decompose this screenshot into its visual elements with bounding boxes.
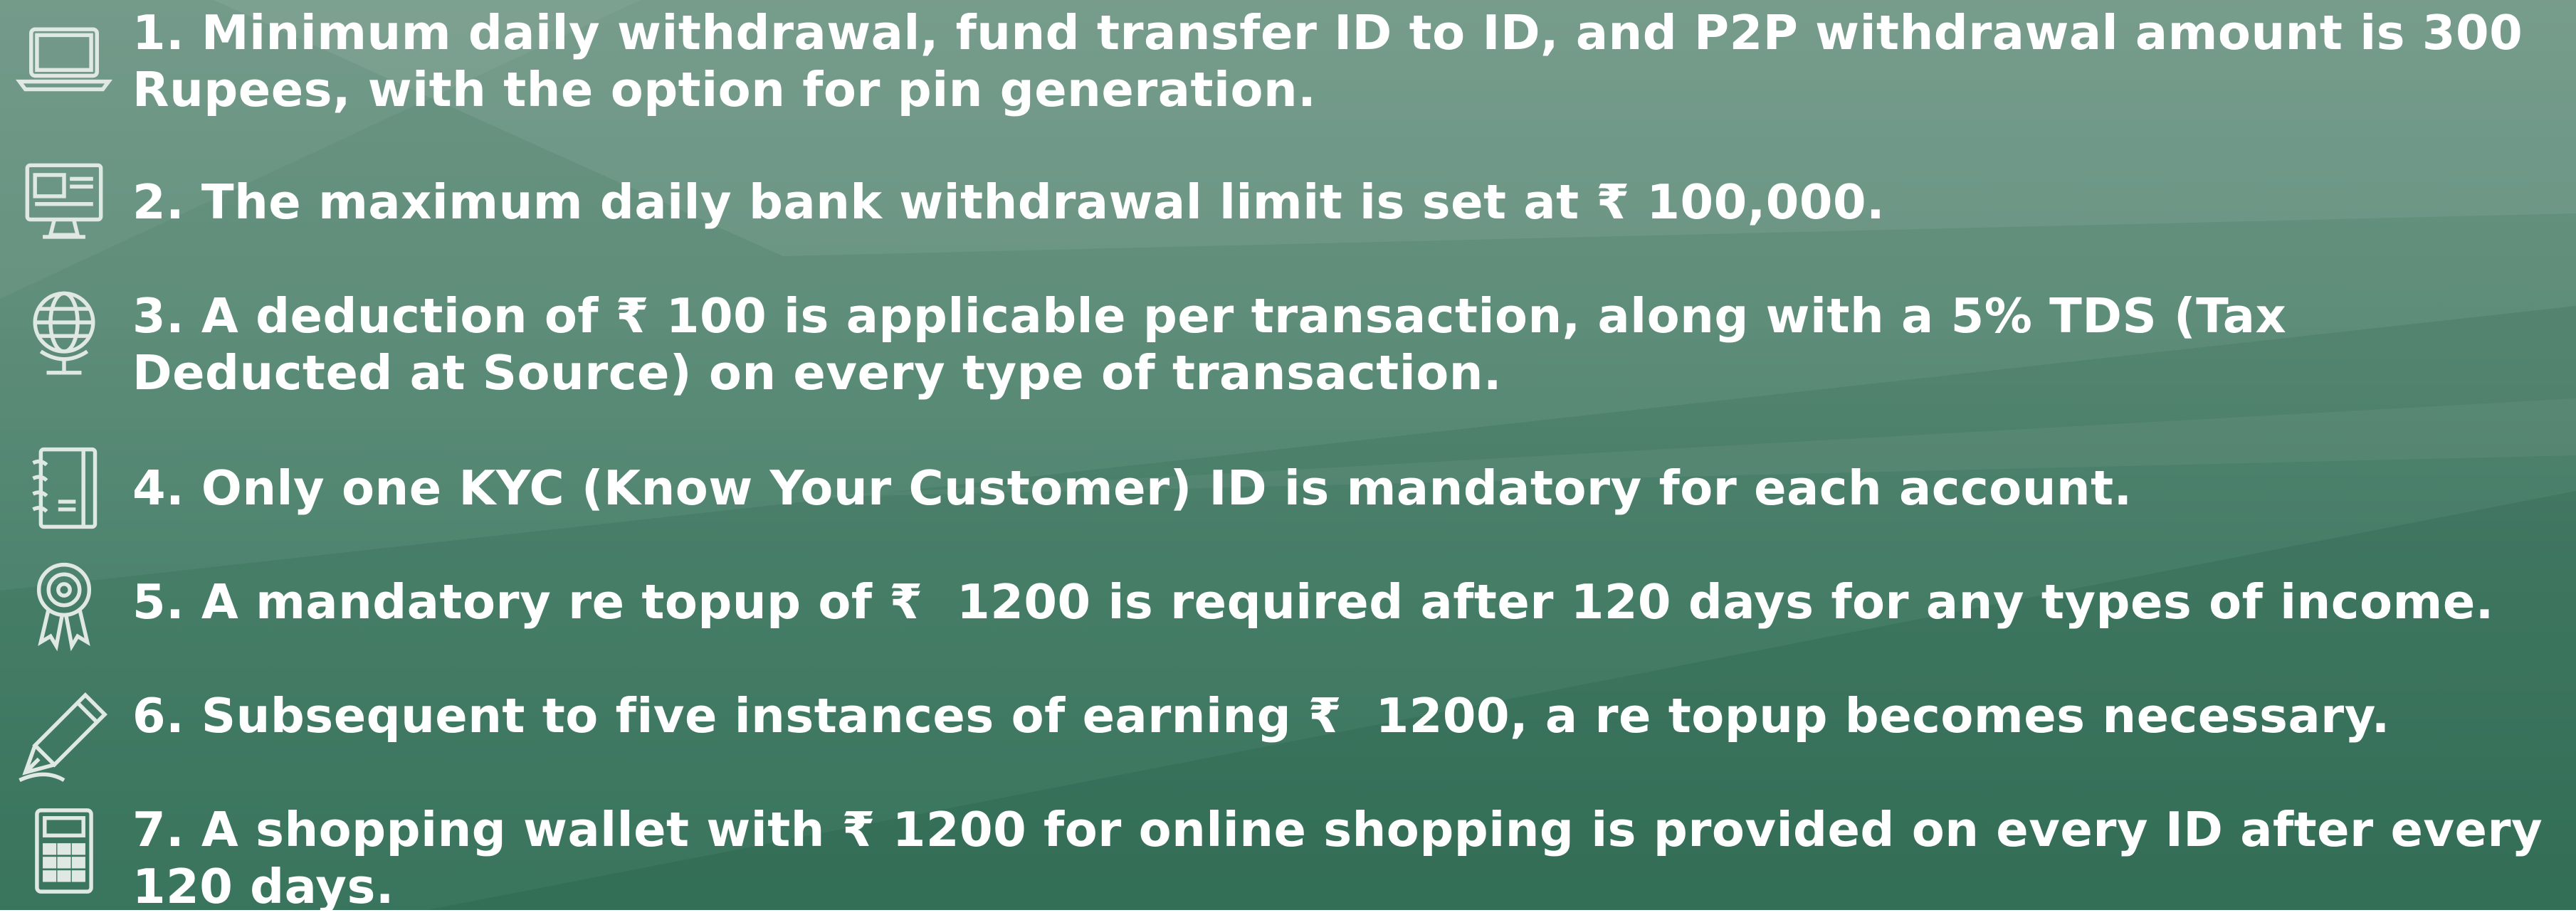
laptop-icon — [16, 10, 112, 107]
rule-text-2: 2. The maximum daily bank withdrawal lim… — [132, 174, 1886, 230]
calculator-icon — [16, 803, 112, 899]
rule-text-1: 1. Minimum daily withdrawal, fund transf… — [132, 5, 2540, 117]
rule-text-7: 7. A shopping wallet with ₹ 1200 for onl… — [132, 802, 2560, 914]
award-ribbon-icon — [16, 555, 112, 652]
globe-icon — [16, 282, 112, 379]
monitor-icon — [16, 154, 112, 250]
rule-text-5: 5. A mandatory re topup of ₹ 1200 is req… — [132, 574, 2494, 630]
rule-text-6: 6. Subsequent to five instances of earni… — [132, 688, 2390, 744]
pen-icon — [16, 687, 112, 784]
rules-list: 1. Minimum daily withdrawal, fund transf… — [0, 0, 2576, 914]
notebook-icon — [16, 440, 112, 536]
rule-text-4: 4. Only one KYC (Know Your Customer) ID … — [132, 460, 2133, 516]
rule-text-3: 3. A deduction of ₹ 100 is applicable pe… — [132, 288, 2303, 401]
